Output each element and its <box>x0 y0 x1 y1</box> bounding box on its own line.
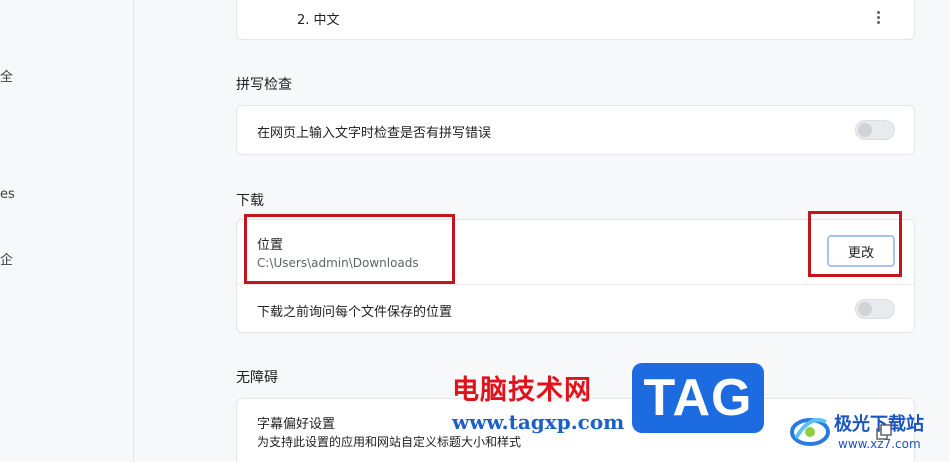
sidebar-item-label: 企 <box>0 253 14 268</box>
highlight-location-box <box>244 214 455 284</box>
spellcheck-title: 拼写检查 <box>236 77 292 93</box>
captions-label: 字幕偏好设置 <box>257 417 336 432</box>
highlight-change-button-box <box>808 211 902 277</box>
language-item-label: 2. 中文 <box>297 13 340 28</box>
sidebar-item-privacy[interactable]: 全 <box>0 66 13 85</box>
aurora-logo-icon <box>790 418 830 446</box>
row-divider <box>237 284 914 285</box>
watermark-url-text: www.tagxp.com <box>452 410 625 434</box>
captions-description: 为支持此设置的应用和网站自定义标题大小和样式 <box>257 435 522 449</box>
more-options-icon[interactable] <box>870 9 886 25</box>
sidebar-item-enterprise[interactable]: 企 <box>0 249 13 268</box>
sidebar: 全 es 企 <box>0 0 134 462</box>
spellcheck-label: 在网页上输入文字时检查是否有拼写错误 <box>257 126 492 141</box>
ask-save-location-label: 下载之前询问每个文件保存的位置 <box>257 305 453 320</box>
watermark-tag-logo: TAG <box>632 363 764 433</box>
sidebar-item-extensions[interactable]: es <box>0 187 15 202</box>
sidebar-item-label: 全 <box>0 70 14 85</box>
languages-card: 2. 中文 <box>236 0 915 40</box>
downloads-title: 下载 <box>236 193 264 209</box>
sidebar-item-label: es <box>0 187 15 202</box>
ask-save-location-toggle[interactable] <box>855 299 895 319</box>
spellcheck-toggle[interactable] <box>855 120 895 140</box>
spellcheck-card: 在网页上输入文字时检查是否有拼写错误 <box>236 105 915 155</box>
external-window-icon[interactable] <box>876 424 892 440</box>
accessibility-title: 无障碍 <box>236 370 278 386</box>
watermark-cn-text: 电脑技术网 <box>452 375 592 406</box>
